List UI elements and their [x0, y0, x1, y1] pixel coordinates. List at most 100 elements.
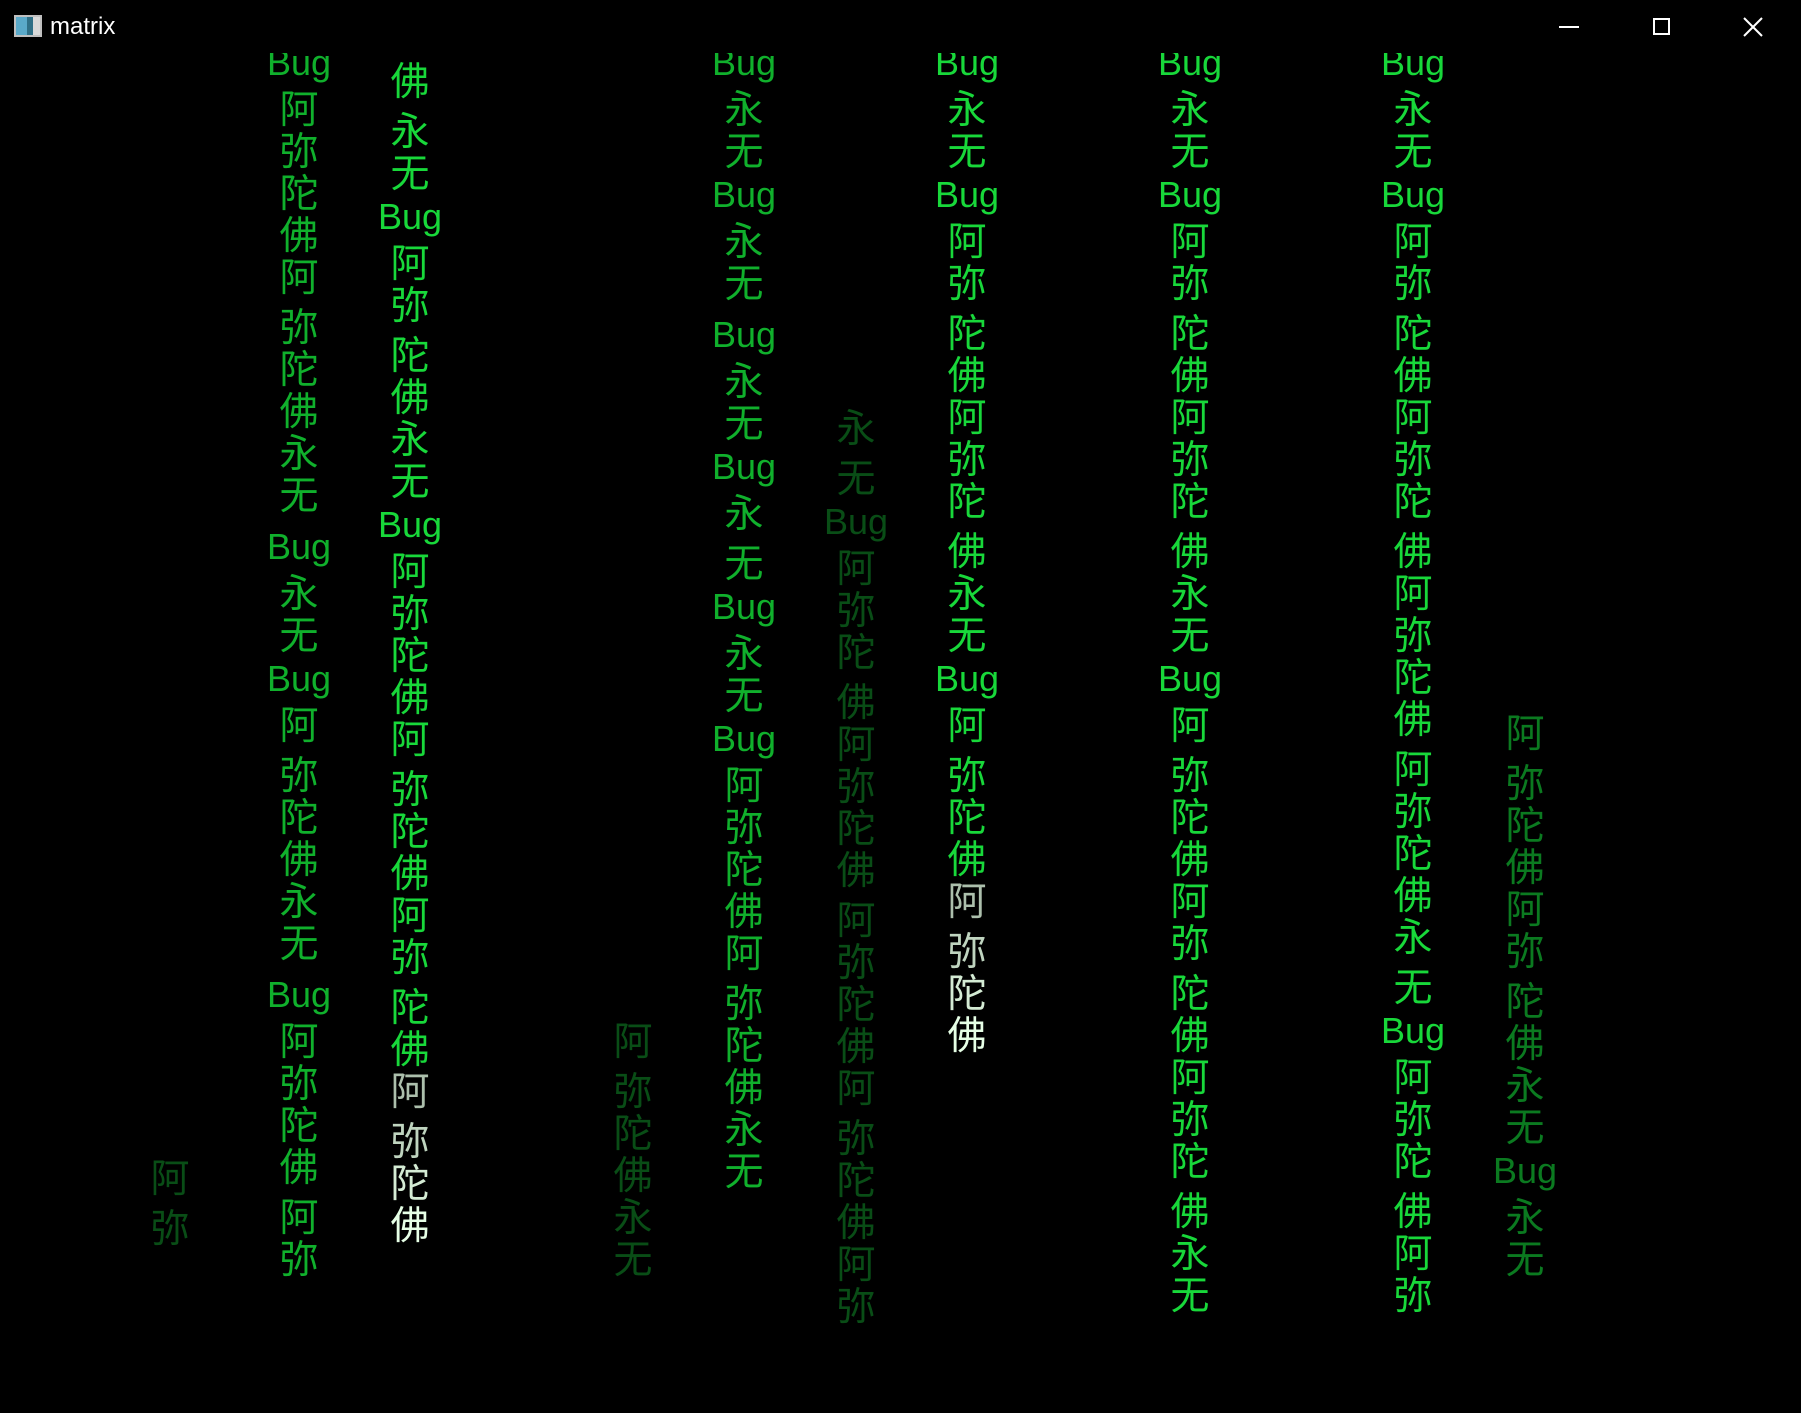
rain-glyph: 弥 — [1505, 930, 1545, 975]
window-title: matrix — [50, 13, 116, 40]
rain-glyph: 无 — [724, 262, 764, 307]
rain-glyph: 佛 — [279, 1146, 319, 1191]
rain-glyph: 无 — [1505, 1238, 1545, 1283]
rain-glyph: 永 — [1505, 1064, 1545, 1109]
rain-glyph: 陀 — [947, 312, 987, 357]
rain-glyph: 无 — [1170, 1274, 1210, 1319]
maximize-icon — [1652, 18, 1670, 35]
rain-glyph: 无 — [1393, 966, 1433, 1011]
rain-glyph: 永 — [724, 220, 764, 265]
rain-glyph: 陀 — [1170, 796, 1210, 841]
rain-glyph: 阿 — [947, 220, 987, 265]
rain-glyph: 陀 — [1393, 1140, 1433, 1185]
rain-glyph: 无 — [724, 674, 764, 719]
rain-glyph: 佛 — [1505, 1022, 1545, 1067]
rain-glyph: 无 — [279, 474, 319, 519]
rain-glyph: 阿 — [390, 1070, 430, 1115]
rain-glyph: 弥 — [724, 982, 764, 1027]
rain-glyph: 弥 — [1393, 614, 1433, 659]
rain-glyph: 无 — [1505, 1106, 1545, 1151]
rain-glyph: 永 — [279, 572, 319, 617]
title-bar[interactable]: matrix — [0, 0, 1801, 53]
rain-glyph: 陀 — [724, 1024, 764, 1069]
rain-glyph: 陀 — [613, 1112, 653, 1157]
rain-glyph: 弥 — [947, 930, 987, 975]
rain-glyph: 佛 — [1170, 530, 1210, 575]
rain-glyph: 陀 — [1505, 804, 1545, 849]
rain-glyph: 阿 — [724, 932, 764, 977]
rain-glyph: 佛 — [279, 838, 319, 883]
rain-glyph: Bug — [934, 658, 1000, 699]
rain-glyph: 陀 — [279, 1104, 319, 1149]
close-icon — [1743, 16, 1763, 37]
rain-glyph: 佛 — [1170, 1190, 1210, 1235]
rain-glyph: 阿 — [1393, 748, 1433, 793]
rain-glyph: 陀 — [1170, 1140, 1210, 1185]
rain-glyph: 永 — [947, 572, 987, 617]
rain-glyph: 弥 — [1170, 754, 1210, 799]
rain-glyph: 佛 — [947, 530, 987, 575]
rain-glyph: 佛 — [724, 890, 764, 935]
rain-glyph: 佛 — [836, 849, 876, 894]
minimize-button[interactable] — [1523, 0, 1615, 53]
rain-glyph: 陀 — [390, 986, 430, 1031]
rain-glyph: 陀 — [724, 848, 764, 893]
rain-glyph: 弥 — [724, 806, 764, 851]
rain-glyph: 弥 — [1505, 762, 1545, 807]
rain-glyph: 弥 — [279, 130, 319, 175]
rain-glyph: 弥 — [1170, 438, 1210, 483]
rain-glyph: 弥 — [836, 765, 876, 810]
app-window-icon — [14, 15, 42, 37]
rain-glyph: 阿 — [947, 396, 987, 441]
rain-glyph: 永 — [836, 407, 876, 452]
rain-glyph: 无 — [724, 542, 764, 587]
rain-glyph: 弥 — [1170, 922, 1210, 967]
rain-glyph: 陀 — [1393, 312, 1433, 357]
rain-glyph: 陀 — [947, 972, 987, 1017]
rain-glyph: Bug — [266, 658, 332, 699]
rain-glyph: 阿 — [1170, 880, 1210, 925]
rain-glyph: 弥 — [279, 1062, 319, 1107]
rain-glyph: 阿 — [279, 1020, 319, 1065]
rain-glyph: 弥 — [836, 941, 876, 986]
rain-glyph: 弥 — [836, 589, 876, 634]
rain-glyph: 无 — [390, 460, 430, 505]
rain-glyph: 永 — [724, 360, 764, 405]
rain-glyph: 阿 — [947, 880, 987, 925]
rain-glyph: 佛 — [279, 214, 319, 259]
rain-glyph: 弥 — [836, 1117, 876, 1162]
rain-glyph: 阿 — [836, 899, 876, 944]
rain-glyph: 佛 — [390, 60, 430, 105]
rain-glyph: Bug — [266, 53, 332, 83]
rain-glyph: Bug — [1380, 174, 1446, 215]
rain-glyph: 永 — [390, 110, 430, 155]
rain-glyph: 阿 — [279, 88, 319, 133]
rain-glyph: 阿 — [836, 547, 876, 592]
rain-glyph: 弥 — [1393, 790, 1433, 835]
rain-glyph: 无 — [724, 130, 764, 175]
rain-glyph: 阿 — [1393, 1056, 1433, 1101]
rain-glyph: 弥 — [279, 1238, 319, 1283]
rain-glyph: 永 — [390, 418, 430, 463]
rain-glyph: 永 — [1170, 1232, 1210, 1277]
rain-glyph: 无 — [1170, 130, 1210, 175]
rain-glyph: 弥 — [390, 936, 430, 981]
rain-glyph: 弥 — [1170, 1098, 1210, 1143]
rain-glyph: 永 — [1170, 572, 1210, 617]
rain-glyph: 佛 — [1393, 698, 1433, 743]
close-button[interactable] — [1707, 0, 1799, 53]
app-window: matrix 阿弥 Bug 阿弥陀佛阿弥陀佛永无 Bug 永无 Bug 阿弥陀佛永无 Bug 阿… — [0, 0, 1801, 1413]
rain-glyph: 佛 — [390, 676, 430, 721]
rain-glyph: 陀 — [390, 334, 430, 379]
rain-glyph: 无 — [724, 402, 764, 447]
rain-glyph: 阿 — [1505, 888, 1545, 933]
rain-glyph: 弥 — [279, 754, 319, 799]
rain-glyph: 佛 — [1505, 846, 1545, 891]
rain-glyph: 陀 — [1170, 312, 1210, 357]
rain-glyph: 阿 — [279, 1196, 319, 1241]
maximize-button[interactable] — [1615, 0, 1707, 53]
rain-glyph: Bug — [1492, 1150, 1558, 1191]
rain-glyph: Bug — [266, 526, 332, 567]
rain-glyph: Bug — [934, 53, 1000, 83]
rain-glyph: 无 — [279, 922, 319, 967]
